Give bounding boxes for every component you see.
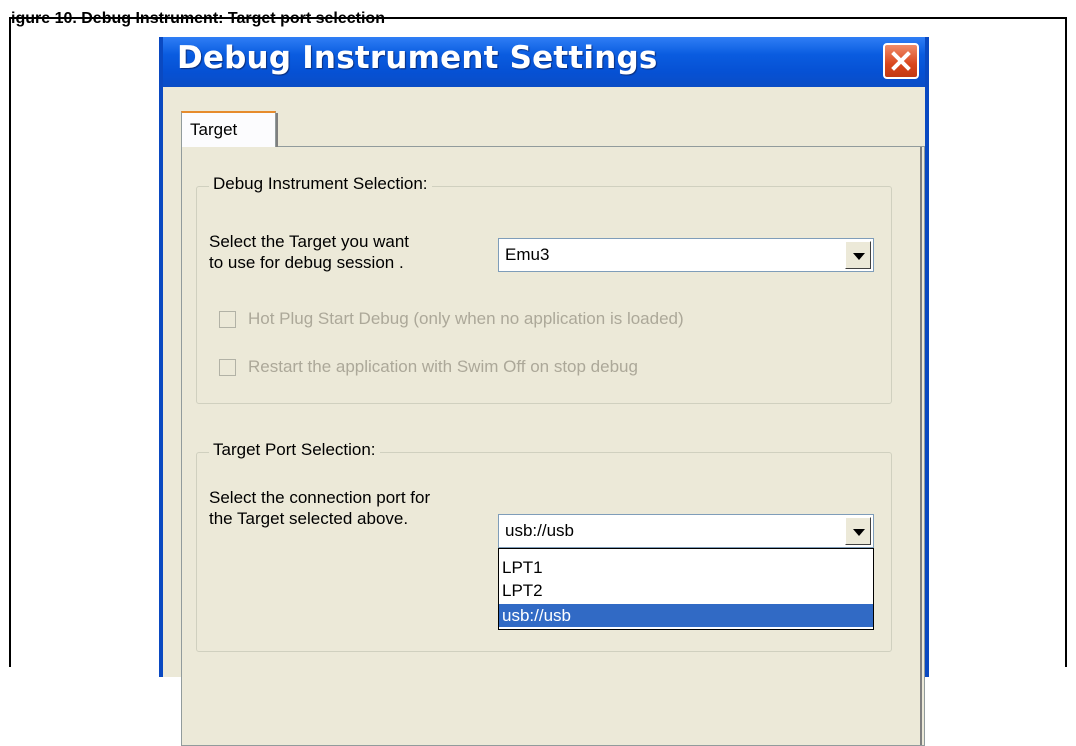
figure-frame: igure 10. Debug Instrument: Target port … xyxy=(9,10,1067,746)
chevron-down-icon xyxy=(853,253,865,260)
chevron-down-icon xyxy=(853,529,865,536)
port-prompt: Select the connection port for the Targe… xyxy=(209,487,430,529)
tab-panel-target: Debug Instrument Selection: Select the T… xyxy=(181,146,925,746)
port-select[interactable]: usb://usb xyxy=(498,514,874,548)
target-select-dropdown-button[interactable] xyxy=(845,241,871,269)
target-select-value: Emu3 xyxy=(505,245,550,264)
port-select-value: usb://usb xyxy=(505,521,574,540)
target-prompt-line1: Select the Target you want xyxy=(209,232,410,251)
port-option-lpt1[interactable]: LPT1 xyxy=(499,556,873,579)
title-bar[interactable]: Debug Instrument Settings xyxy=(163,37,925,87)
port-dropdown-list: LPT1 LPT2 usb://usb xyxy=(498,548,874,630)
target-port-group: Target Port Selection: Select the connec… xyxy=(196,440,892,652)
window-title: Debug Instrument Settings xyxy=(177,40,658,76)
figure-caption: igure 10. Debug Instrument: Target port … xyxy=(11,10,385,27)
dialog-client: Target Debug Instrument Selection: Selec… xyxy=(163,87,925,746)
port-select-dropdown-button[interactable] xyxy=(845,517,871,545)
dialog-window: Debug Instrument Settings Target Debug I… xyxy=(159,37,929,746)
tab-shadow xyxy=(276,113,278,147)
panel-shadow xyxy=(920,147,922,745)
target-port-legend: Target Port Selection: xyxy=(209,440,380,460)
target-prompt: Select the Target you want to use for de… xyxy=(209,231,409,273)
port-prompt-line2: the Target selected above. xyxy=(209,509,409,528)
tab-target-label: Target xyxy=(190,120,238,139)
hot-plug-checkbox[interactable] xyxy=(219,311,236,328)
hot-plug-label: Hot Plug Start Debug (only when no appli… xyxy=(248,309,684,328)
restart-swim-off-checkbox[interactable] xyxy=(219,359,236,376)
target-prompt-line2: to use for debug session . xyxy=(209,253,404,272)
port-option-usb[interactable]: usb://usb xyxy=(499,604,873,627)
debug-instrument-legend: Debug Instrument Selection: xyxy=(209,174,432,194)
debug-instrument-group: Debug Instrument Selection: Select the T… xyxy=(196,174,892,404)
tab-target[interactable]: Target xyxy=(181,111,278,147)
restart-swim-off-label: Restart the application with Swim Off on… xyxy=(248,357,638,376)
close-button[interactable] xyxy=(883,43,919,79)
port-prompt-line1: Select the connection port for xyxy=(209,488,431,507)
port-option-lpt2[interactable]: LPT2 xyxy=(499,579,873,602)
target-select[interactable]: Emu3 xyxy=(498,238,874,272)
close-icon xyxy=(891,51,911,71)
